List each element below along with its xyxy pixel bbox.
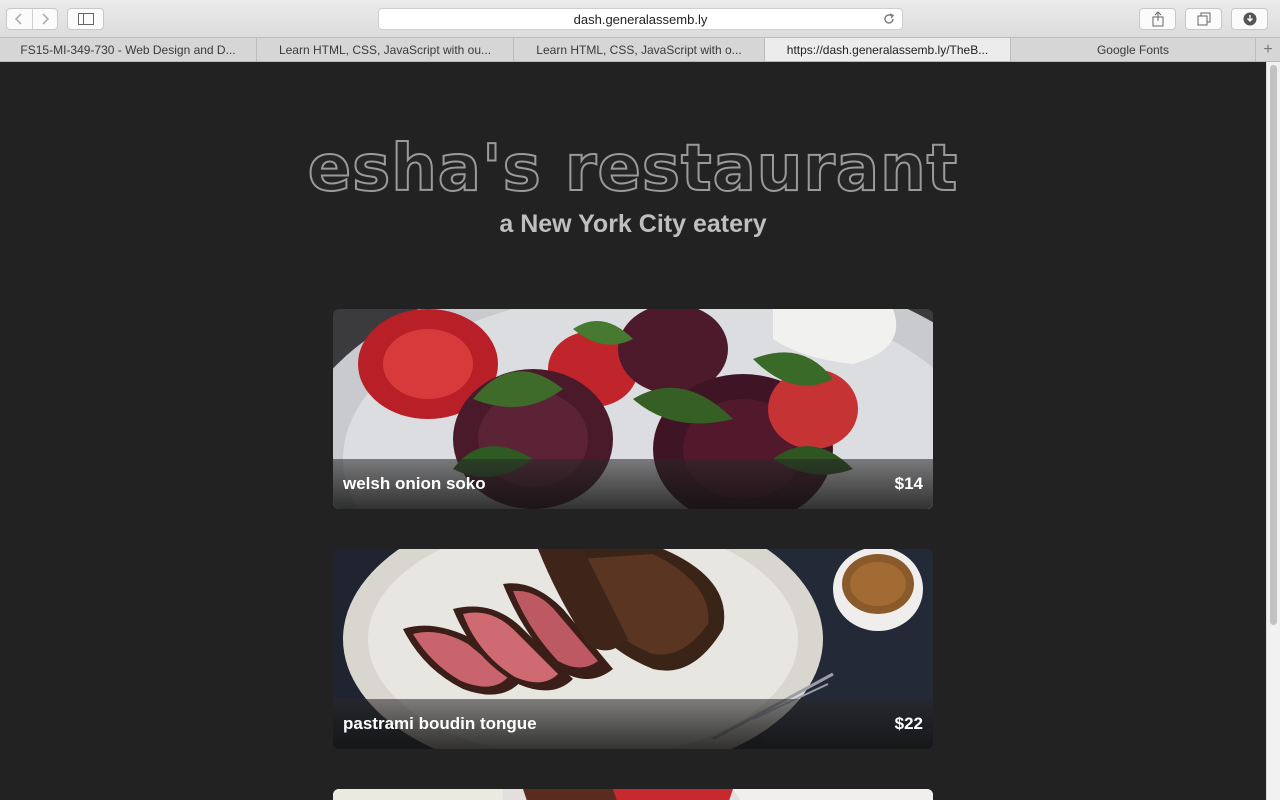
tab-label: Learn HTML, CSS, JavaScript with ou... [278,42,492,57]
new-tab-button[interactable]: + [1256,38,1280,61]
scrollbar-thumb[interactable] [1270,65,1277,625]
forward-button[interactable] [31,9,58,29]
tab-2[interactable]: Learn HTML, CSS, JavaScript with ou... [257,38,514,61]
tab-5[interactable]: Google Fonts [1011,38,1256,61]
page-scrollbar[interactable] [1266,62,1280,800]
back-button[interactable] [7,9,32,29]
menu-item-caption: welsh onion soko $14 [333,459,933,509]
downloads-button[interactable] [1231,8,1268,30]
download-icon [1243,12,1256,26]
new-tab-icon: + [1263,40,1273,58]
menu-item-caption: pastrami boudin tongue $22 [333,699,933,749]
menu-item-price: $14 [894,474,923,493]
menu-item-price: $22 [894,714,923,733]
menu-item-name: welsh onion soko [343,474,486,493]
address-bar[interactable]: dash.generalassemb.ly [378,8,903,30]
reload-icon[interactable] [882,12,896,26]
menu-item-card[interactable] [333,789,933,800]
tab-4-active[interactable]: https://dash.generalassemb.ly/TheB... [765,38,1011,61]
menu-item-card[interactable]: pastrami boudin tongue $22 [333,549,933,749]
tab-bar: FS15-MI-349-730 - Web Design and D... Le… [0,38,1280,62]
browser-toolbar: dash.generalassemb.ly [0,0,1280,38]
sidebar-icon [77,13,94,25]
menu-item-name: pastrami boudin tongue [343,714,537,733]
food-photo [333,789,933,800]
tab-1[interactable]: FS15-MI-349-730 - Web Design and D... [0,38,257,61]
address-text: dash.generalassemb.ly [573,11,708,27]
restaurant-subtitle: a New York City eatery [499,210,767,238]
share-icon [1152,11,1163,27]
restaurant-title: esha's restaurant [307,131,959,207]
tabs-icon [1197,12,1210,26]
menu-item-card[interactable]: welsh onion soko $14 [333,309,933,509]
tab-label: https://dash.generalassemb.ly/TheB... [786,42,989,57]
tab-3[interactable]: Learn HTML, CSS, JavaScript with o... [514,38,765,61]
nav-buttons [6,8,58,30]
forward-icon [42,13,49,25]
page-content: esha's restaurant a New York City eatery [0,62,1266,800]
sidebar-button[interactable] [67,8,104,30]
tab-label: FS15-MI-349-730 - Web Design and D... [20,42,236,57]
share-button[interactable] [1139,8,1176,30]
show-tabs-button[interactable] [1185,8,1222,30]
back-icon [15,13,22,25]
tab-label: Google Fonts [1096,42,1170,57]
tab-label: Learn HTML, CSS, JavaScript with o... [536,42,742,57]
